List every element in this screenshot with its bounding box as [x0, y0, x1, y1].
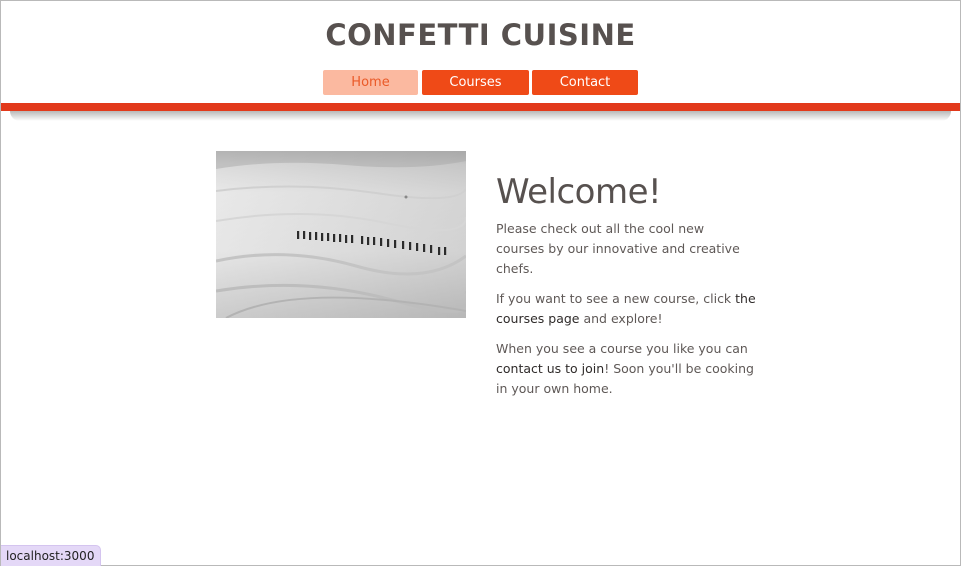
nav-home-button[interactable]: Home — [323, 70, 418, 95]
site-title: CONFETTI CUISINE — [325, 18, 636, 52]
nav-courses-button[interactable]: Courses — [422, 70, 529, 95]
contact-us-link[interactable]: contact us to join — [496, 361, 604, 376]
header-shadow — [10, 111, 951, 121]
courses-paragraph-text-after: and explore! — [579, 311, 663, 326]
hero-image — [216, 151, 466, 318]
welcome-section: Welcome! Please check out all the cool n… — [496, 170, 756, 399]
welcome-heading: Welcome! — [496, 172, 662, 212]
courses-paragraph-text-before: If you want to see a new course, click — [496, 291, 736, 306]
header-accent-bar — [0, 103, 961, 111]
site-header: CONFETTI CUISINE Home Courses Contact — [0, 0, 961, 104]
contact-paragraph: When you see a course you like you can c… — [496, 339, 756, 399]
courses-paragraph: If you want to see a new course, click t… — [496, 289, 756, 329]
intro-paragraph: Please check out all the cool new course… — [496, 221, 740, 276]
status-bar-url: localhost:3000 — [1, 545, 102, 566]
main-nav: Home Courses Contact — [0, 70, 961, 95]
contact-paragraph-text-before: When you see a course you like you can — [496, 341, 748, 356]
nav-contact-button[interactable]: Contact — [532, 70, 638, 95]
